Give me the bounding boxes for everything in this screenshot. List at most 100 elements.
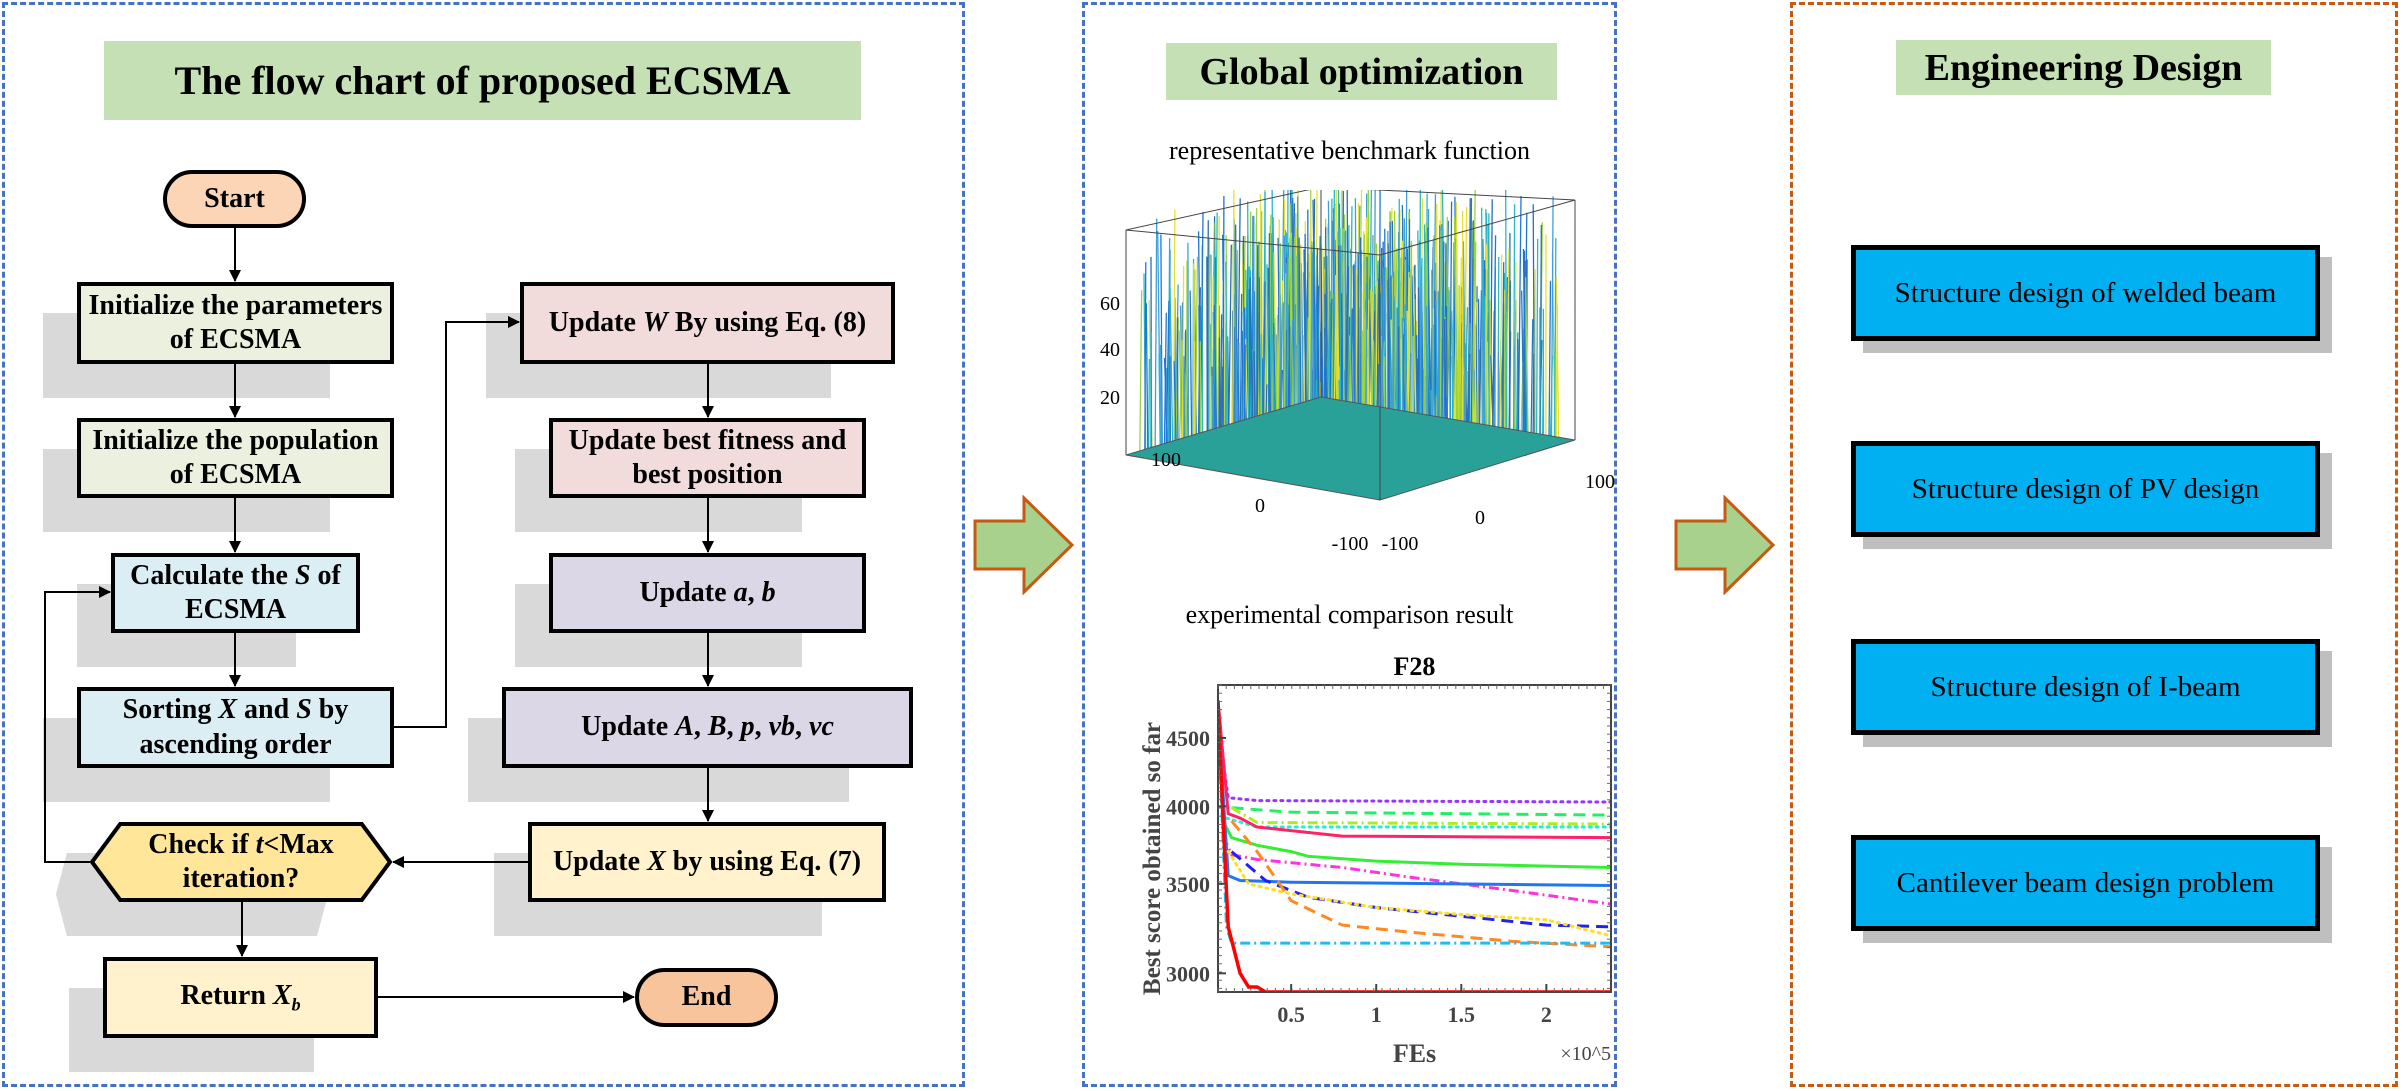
node-label: Sorting X and S by ascending order xyxy=(87,693,384,761)
node-label-part: Update xyxy=(548,306,643,338)
surface-spike xyxy=(1535,238,1539,447)
node-label: Initialize the parameters of ECSMA xyxy=(87,289,384,357)
node-label-part: Update xyxy=(639,576,734,608)
node-label-part: b xyxy=(291,994,301,1015)
node-label-part: W xyxy=(642,306,668,338)
x-tick-label: -100 xyxy=(1332,533,1369,555)
node-label-part: Initialize the population of ECSMA xyxy=(92,424,379,490)
surface-spike xyxy=(1208,237,1211,459)
comparison-caption: experimental comparison result xyxy=(1185,600,1514,629)
node-label-part: Calculate the xyxy=(130,559,295,591)
node-label-part: Update xyxy=(581,711,676,743)
node-label-part: , xyxy=(726,711,741,743)
y-tick-label: 3500 xyxy=(1166,872,1210,897)
flowchart-title: The flow chart of proposed ECSMA xyxy=(104,41,861,120)
engineering-item: Structure design of welded beam xyxy=(1851,245,2320,341)
convergence-chart: 0.5 1 1.5 2 3000 3500 4000 4500 F28 FEs ×10^5 Best … xyxy=(1139,652,1612,1068)
surface-spike xyxy=(1517,339,1520,434)
flowchart-node-return: Return Xb xyxy=(103,957,378,1038)
node-label: Update X by using Eq. (7) xyxy=(553,845,861,879)
node-label-part: S xyxy=(294,559,311,591)
engineering-design-title: Engineering Design xyxy=(1896,40,2271,95)
surface-spike xyxy=(1504,313,1506,442)
node-label-part: a xyxy=(733,576,748,608)
flowchart-node-update-best: Update best fitness and best position xyxy=(549,418,866,498)
node-label-part: Return xyxy=(180,979,273,1011)
y-tick-label: 4000 xyxy=(1166,794,1210,819)
x-tick-label: 1.5 xyxy=(1448,1002,1476,1027)
node-label: Update a, b xyxy=(639,576,775,610)
surface-spike xyxy=(1189,290,1193,441)
node-label-part: Start xyxy=(204,182,265,214)
node-label-part: Check if xyxy=(148,828,256,860)
x-tick-label: 1 xyxy=(1371,1002,1382,1027)
benchmark-caption: representative benchmark function xyxy=(1169,136,1530,165)
surface-spike xyxy=(1228,244,1232,436)
series-line-6 xyxy=(1221,835,1611,906)
surface-spike xyxy=(1187,242,1190,442)
series-group xyxy=(1218,700,1611,992)
benchmark-surface-plot: 260 240 220 100 0 -100 -100 0 100 xyxy=(1100,190,1615,555)
node-label-part: X xyxy=(218,694,238,726)
flowchart-node-update-x: Update X by using Eq. (7) xyxy=(528,822,886,902)
node-label-part: End xyxy=(681,981,732,1013)
x-axis-label: FEs xyxy=(1393,1039,1436,1068)
z-tick-label: 240 xyxy=(1100,339,1120,361)
y-tick-label: 3000 xyxy=(1166,961,1210,986)
node-label: End xyxy=(682,980,732,1014)
right-arrow-icon xyxy=(973,495,1075,595)
node-label-part: Sorting xyxy=(122,694,219,726)
engineering-item: Structure design of I-beam xyxy=(1851,639,2320,735)
node-label-part: by using Eq. (7) xyxy=(665,845,862,877)
flowchart-node-check: Check if t<Max iteration? xyxy=(90,822,392,902)
node-label-part: , xyxy=(754,711,769,743)
node-label: Start xyxy=(204,182,265,216)
node-label-part: B xyxy=(707,711,727,743)
node-label-part: vc xyxy=(809,711,834,743)
flowchart-node-init-params: Initialize the parameters of ECSMA xyxy=(77,282,394,364)
series-line-0 xyxy=(1218,723,1611,804)
y-tick-label: -100 xyxy=(1382,533,1419,555)
z-tick-label: 220 xyxy=(1100,387,1120,409)
surface-spike xyxy=(1554,238,1557,441)
chart-title: F28 xyxy=(1394,652,1436,681)
z-tick-label: 260 xyxy=(1100,293,1120,315)
node-label-part: S xyxy=(296,694,312,726)
node-label-part: b xyxy=(761,576,776,608)
y-tick-label: 4500 xyxy=(1166,726,1210,751)
node-label-part: X xyxy=(272,979,292,1011)
node-label-part: By using Eq. (8) xyxy=(667,306,867,338)
node-label: Initialize the population of ECSMA xyxy=(87,424,384,492)
y-tick-label: 100 xyxy=(1585,471,1615,493)
x-tick-label: 2 xyxy=(1541,1002,1552,1027)
node-label-part: , xyxy=(693,711,708,743)
x-tick-label: 0.5 xyxy=(1277,1002,1305,1027)
flowchart-node-update-ab: Update a, b xyxy=(549,553,866,633)
y-tick-label: 0 xyxy=(1475,507,1485,529)
flowchart-node-update-abp: Update A, B, p, vb, vc xyxy=(502,687,913,768)
y-axis-label: Best score obtained so far xyxy=(1139,722,1166,995)
surface-spike xyxy=(1147,358,1151,455)
engineering-item: Cantilever beam design problem xyxy=(1851,835,2320,931)
node-label: Update A, B, p, vb, vc xyxy=(581,710,834,744)
node-label: Calculate the S of ECSMA xyxy=(121,559,350,627)
surface-spike xyxy=(1530,319,1534,443)
flowchart-node-end: End xyxy=(635,968,778,1027)
node-label-part: Update best fitness and best position xyxy=(568,424,847,490)
flowchart-node-init-pop: Initialize the population of ECSMA xyxy=(77,418,394,498)
node-label-part: vb xyxy=(768,711,796,743)
flowchart-node-sorting: Sorting X and S by ascending order xyxy=(77,687,394,768)
node-label-part: , xyxy=(795,711,810,743)
x-tick-label: 0 xyxy=(1255,495,1265,517)
node-label: Update W By using Eq. (8) xyxy=(549,306,866,340)
surface-spike xyxy=(1477,298,1481,439)
node-label-part: , xyxy=(747,576,762,608)
node-label-part: X xyxy=(647,845,666,877)
surface-spike xyxy=(1342,228,1345,403)
node-label-part: A xyxy=(675,711,694,743)
x-multiplier: ×10^5 xyxy=(1560,1043,1611,1065)
node-label-part: Update xyxy=(552,845,648,877)
global-optimization-title: Global optimization xyxy=(1166,43,1557,100)
series-line-7 xyxy=(1218,712,1611,888)
series-line-1 xyxy=(1231,806,1611,817)
